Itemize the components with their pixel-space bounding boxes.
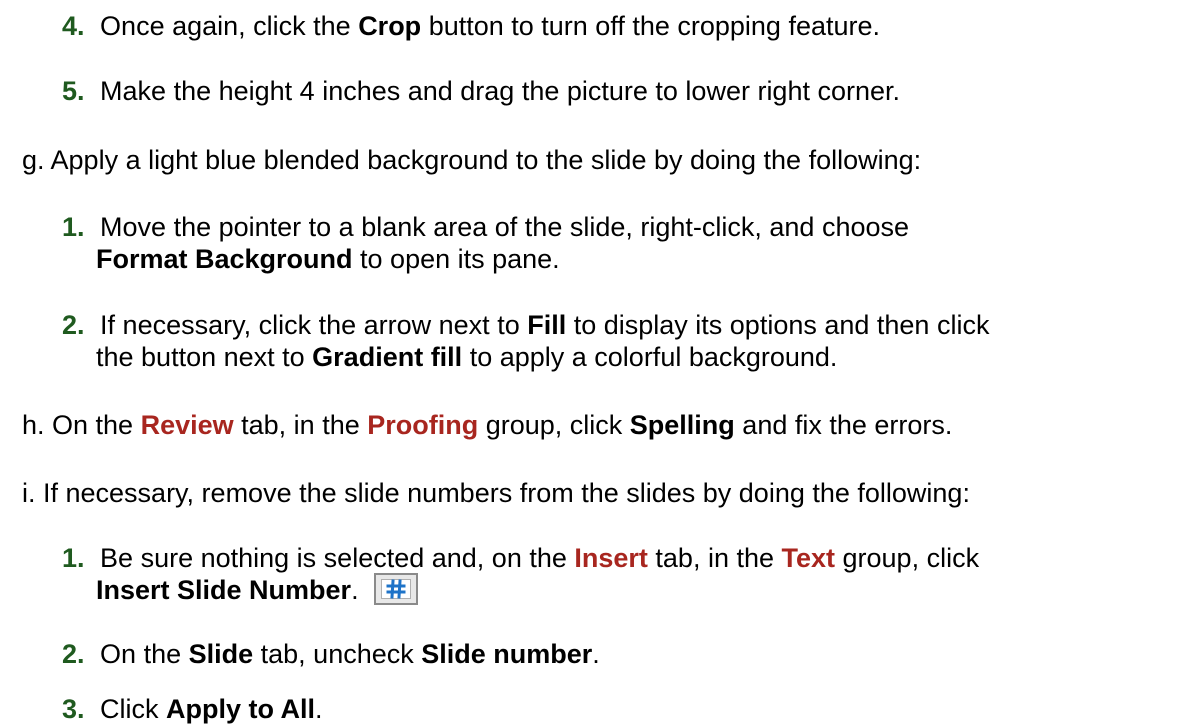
spelling-label: Spelling	[629, 410, 735, 440]
step-2-fill: 2. If necessary, click the arrow next to…	[62, 309, 989, 341]
instruction-text: group, click	[478, 410, 630, 440]
insert-tab-label: Insert	[574, 543, 648, 573]
format-background-label: Format Background	[96, 244, 353, 274]
step-text: Click	[100, 694, 167, 724]
slide-number-label: Slide number	[421, 639, 593, 669]
slide-tab-label: Slide	[188, 639, 254, 669]
step-number: 1.	[62, 543, 85, 573]
step-4: 4. Once again, click the Crop button to …	[62, 10, 880, 42]
step-1-background: 1. Move the pointer to a blank area of t…	[62, 211, 909, 243]
step-text: Once again, click the	[100, 11, 359, 41]
step-text: Move the pointer to a blank area of the …	[100, 212, 910, 242]
step-text: to open its pane.	[352, 244, 560, 274]
step-1-background-cont: Format Background to open its pane.	[96, 243, 560, 275]
step-text: .	[592, 639, 600, 669]
step-number: 5.	[62, 76, 85, 106]
step-2-fill-cont: the button next to Gradient fill to appl…	[96, 341, 837, 373]
instruction-text: i. If necessary, remove the slide number…	[22, 478, 970, 508]
fill-label: Fill	[527, 310, 567, 340]
step-number: 4.	[62, 11, 85, 41]
step-text: Make the height 4 inches and drag the pi…	[100, 76, 901, 106]
step-text: .	[351, 575, 359, 605]
step-2-slide-tab: 2. On the Slide tab, uncheck Slide numbe…	[62, 638, 600, 670]
instruction-i: i. If necessary, remove the slide number…	[22, 477, 970, 509]
step-text: to apply a colorful background.	[462, 342, 838, 372]
insert-slide-number-label: Insert Slide Number	[96, 575, 352, 605]
step-text: On the	[100, 639, 189, 669]
step-5: 5. Make the height 4 inches and drag the…	[62, 75, 900, 107]
gradient-fill-label: Gradient fill	[312, 342, 463, 372]
step-3-apply: 3. Click Apply to All.	[62, 693, 323, 725]
instruction-text: h. On the	[22, 410, 141, 440]
step-text: to display its options and then click	[566, 310, 990, 340]
step-1-insert-cont: Insert Slide Number.	[96, 572, 419, 608]
step-text: If necessary, click the arrow next to	[100, 310, 528, 340]
crop-label: Crop	[358, 11, 422, 41]
step-1-insert: 1. Be sure nothing is selected and, on t…	[62, 542, 979, 574]
step-text: the button next to	[96, 342, 313, 372]
step-text: .	[315, 694, 323, 724]
instruction-text: tab, in the	[233, 410, 368, 440]
step-text: tab, in the	[647, 543, 782, 573]
slide-number-icon	[374, 572, 419, 605]
step-number: 1.	[62, 212, 85, 242]
text-group-label: Text	[781, 543, 836, 573]
step-text: Be sure nothing is selected and, on the	[100, 543, 575, 573]
step-number: 2.	[62, 310, 85, 340]
step-number: 2.	[62, 639, 85, 669]
step-text: tab, uncheck	[253, 639, 422, 669]
apply-to-all-label: Apply to All	[166, 694, 316, 724]
step-text: group, click	[835, 543, 980, 573]
hash-icon	[386, 579, 406, 599]
instruction-g: g. Apply a light blue blended background…	[22, 144, 921, 176]
review-tab-label: Review	[140, 410, 234, 440]
step-text: button to turn off the cropping feature.	[421, 11, 881, 41]
step-number: 3.	[62, 694, 85, 724]
instruction-text: and fix the errors.	[734, 410, 953, 440]
proofing-group-label: Proofing	[367, 410, 479, 440]
instruction-text: g. Apply a light blue blended background…	[22, 145, 922, 175]
instruction-h: h. On the Review tab, in the Proofing gr…	[22, 409, 952, 441]
